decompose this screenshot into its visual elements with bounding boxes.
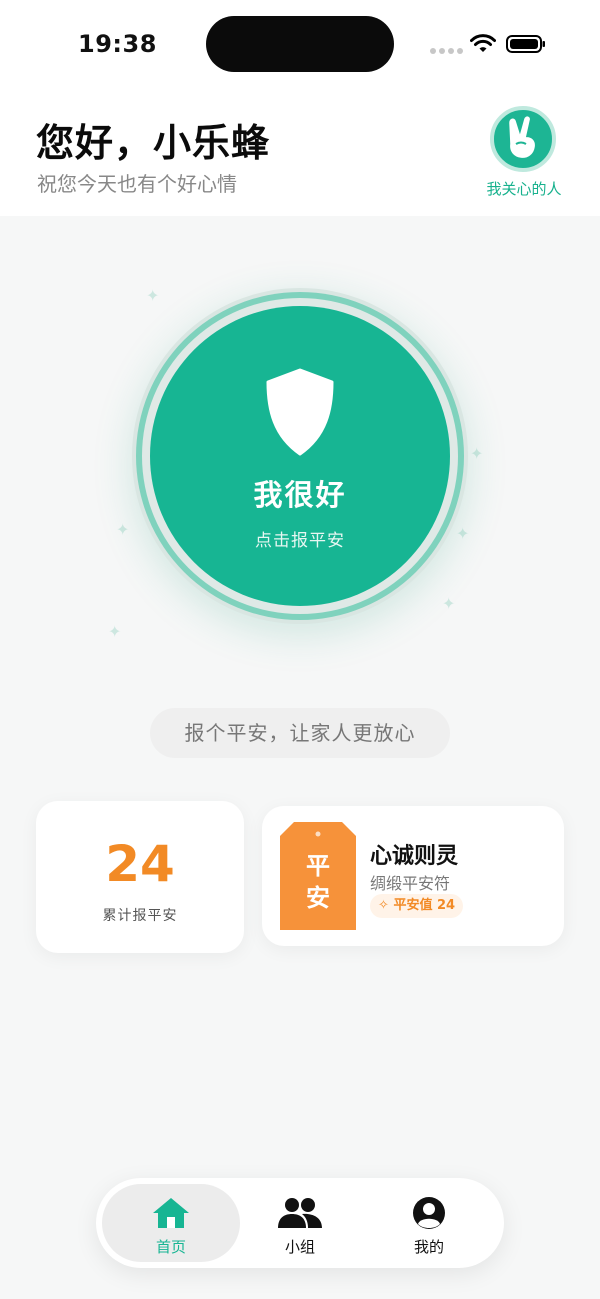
checkin-count: 24 [105,835,175,893]
amulet-value-badge: ✧ 平安值 24 [370,894,464,918]
tab-profile-label: 我的 [413,1238,444,1256]
dynamic-island [206,16,394,72]
sparkle-icon: ✧ [378,898,389,913]
sparkle-icon: ✦ [116,520,130,539]
profile-icon [413,1197,445,1229]
group-icon [278,1198,322,1228]
amulet-card[interactable]: 平 安 心诚则灵 绸缎平安符 ✧ 平安值 24 [262,806,564,946]
tab-group[interactable]: 小组 [231,1184,369,1262]
care-people-button[interactable]: 我关心的人 [478,106,574,202]
amulet-subtitle: 绸缎平安符 [370,874,451,893]
sparkle-icon: ✦ [470,444,484,463]
tab-profile[interactable]: 我的 [360,1184,498,1262]
victory-hand-icon [490,106,556,172]
greeting-title: 您好，小乐蜂 [36,121,271,165]
checkin-subtitle: 点击报平安 [255,531,345,551]
tip-banner: 报个平安，让家人更放心 [150,708,450,758]
amulet-value: 平安值 24 [393,898,456,913]
signal-icon [430,48,464,54]
care-people-label: 我关心的人 [486,180,562,198]
tab-home[interactable]: 首页 [102,1184,240,1262]
wifi-icon [470,34,496,52]
battery-icon [506,35,545,53]
greeting-subtitle: 祝您今天也有个好心情 [37,172,237,196]
sparkle-icon: ✦ [456,524,470,543]
shield-icon [266,368,334,456]
home-icon [153,1198,189,1228]
amulet-tag-char: 平 [306,852,330,880]
checkin-count-label: 累计报平安 [102,908,178,924]
checkin-count-card[interactable]: 24 累计报平安 [36,801,244,953]
status-time: 19:38 [78,30,157,58]
tab-bar: 首页 小组 我的 [96,1178,504,1268]
amulet-tag-char: 安 [306,884,330,912]
sparkle-icon: ✦ [108,622,122,641]
checkin-button[interactable]: 我很好 点击报平安 [150,306,450,606]
tab-group-label: 小组 [284,1238,315,1256]
sparkle-icon: ✦ [146,286,160,305]
status-bar: 19:38 [0,0,600,90]
sparkle-icon: ✦ [442,594,456,613]
tab-home-label: 首页 [155,1238,186,1256]
amulet-title: 心诚则灵 [370,844,459,869]
checkin-title: 我很好 [253,478,347,512]
